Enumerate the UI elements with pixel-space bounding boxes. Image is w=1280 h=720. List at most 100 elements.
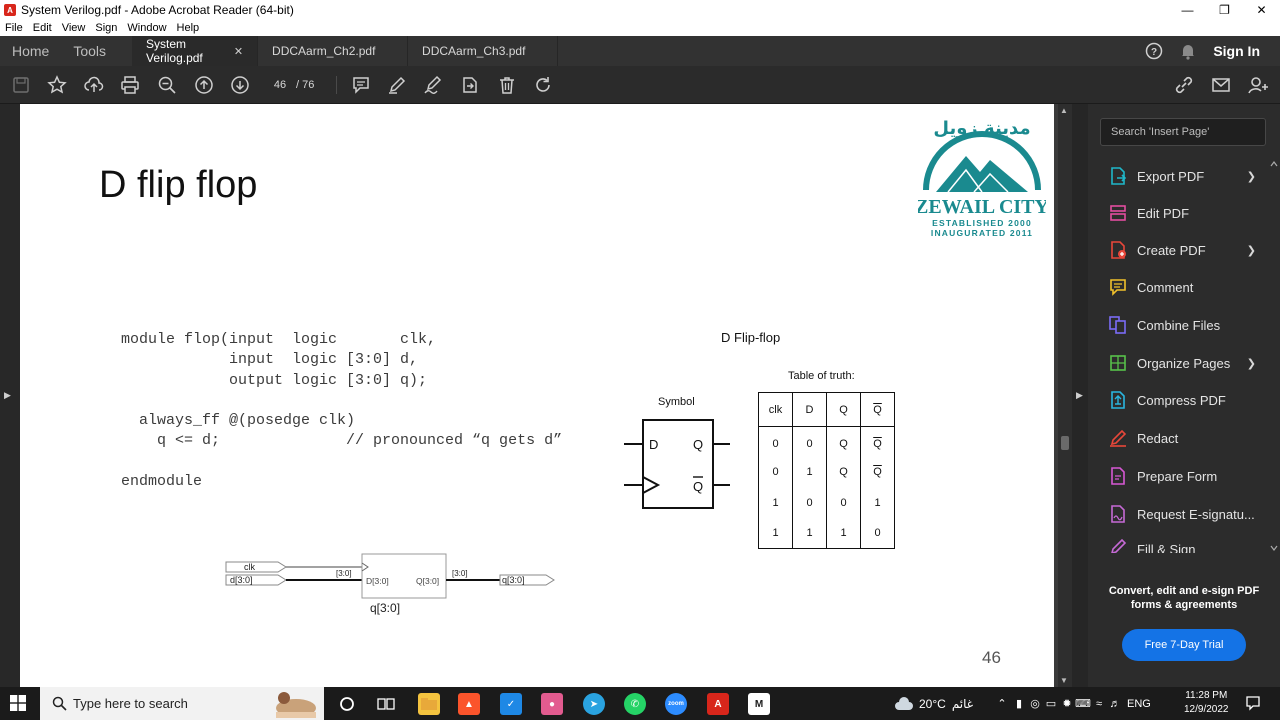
tab-tools[interactable]: Tools: [61, 43, 118, 59]
menu-edit[interactable]: Edit: [33, 22, 52, 34]
input-language[interactable]: ENG: [1127, 698, 1151, 710]
tool-export-pdf[interactable]: Export PDF ❯: [1108, 161, 1268, 191]
clk-port-shape: [225, 561, 287, 573]
whatsapp-icon[interactable]: ✆: [624, 693, 646, 715]
slide-page-number: 46: [982, 648, 1001, 667]
save-icon[interactable]: [10, 74, 32, 96]
tool-redact[interactable]: Redact: [1108, 423, 1268, 453]
document-scrollbar[interactable]: ▲ ▼: [1058, 104, 1072, 687]
next-page-icon[interactable]: [229, 74, 251, 96]
tab-document-ddcaarm-ch3[interactable]: DDCAarm_Ch3.pdf: [408, 36, 559, 66]
cortana-icon[interactable]: [336, 693, 358, 715]
expand-left-panel-icon[interactable]: ▶: [4, 390, 11, 401]
notification-center-icon[interactable]: [1245, 695, 1261, 714]
tool-organize-pages[interactable]: Organize Pages ❯: [1108, 348, 1268, 378]
show-hidden-icons-chevron-icon[interactable]: ⌃: [993, 697, 1011, 710]
tool-comment[interactable]: Comment: [1108, 272, 1268, 302]
taskbar-clock[interactable]: 11:28 PM 12/9/2022: [1184, 689, 1229, 717]
tool-prepare-form[interactable]: Prepare Form: [1108, 461, 1268, 491]
help-icon[interactable]: ?: [1137, 42, 1171, 60]
code-line: ​: [121, 452, 562, 472]
print-icon[interactable]: [119, 74, 141, 96]
brave-browser-icon[interactable]: ▲: [458, 693, 480, 715]
rotate-icon[interactable]: [532, 74, 554, 96]
previous-page-icon[interactable]: [193, 74, 215, 96]
tool-label: Edit PDF: [1137, 205, 1190, 221]
weather-widget[interactable]: 20°C غائم: [894, 687, 973, 720]
tool-combine-files[interactable]: Combine Files: [1108, 310, 1268, 340]
close-tab-icon[interactable]: ✕: [234, 45, 243, 58]
sign-in-button[interactable]: Sign In: [1213, 43, 1260, 59]
tools-panel-scrollbar[interactable]: [1270, 160, 1278, 552]
tab-label: DDCAarm_Ch3.pdf: [422, 44, 526, 58]
menu-window[interactable]: Window: [127, 22, 166, 34]
left-panel-toggle[interactable]: ▶: [0, 104, 20, 687]
chevron-down-icon[interactable]: ❯: [1247, 170, 1256, 183]
media-app-icon[interactable]: M: [748, 693, 770, 715]
tool-fill-and-sign[interactable]: Fill & Sign: [1108, 537, 1268, 553]
menu-file[interactable]: File: [5, 22, 23, 34]
zoom-out-icon[interactable]: [156, 74, 178, 96]
maximize-button[interactable]: ❐: [1206, 0, 1243, 20]
taskbar-search-input[interactable]: Type here to search: [40, 687, 324, 720]
email-icon[interactable]: [1210, 74, 1232, 96]
menu-sign[interactable]: Sign: [95, 22, 117, 34]
close-button[interactable]: ✕: [1243, 0, 1280, 20]
bookmark-star-icon[interactable]: [46, 74, 68, 96]
highlight-pen-icon[interactable]: [386, 74, 408, 96]
tool-create-pdf[interactable]: Create PDF ❯: [1108, 235, 1268, 265]
file-explorer-icon[interactable]: [418, 693, 440, 715]
create-pdf-icon: [1108, 240, 1128, 260]
current-page-input[interactable]: 46: [266, 75, 294, 95]
page-total: / 76: [296, 79, 315, 91]
truth-table-header-row: clk D Q Q: [758, 392, 895, 427]
keyboard-icon[interactable]: ⌨: [1075, 697, 1091, 710]
tools-search-input[interactable]: Search 'Insert Page': [1100, 118, 1266, 146]
scroll-up-icon[interactable]: ▲: [1060, 106, 1068, 115]
title-bar: A System Verilog.pdf - Adobe Acrobat Rea…: [0, 0, 1280, 20]
telegram-icon[interactable]: ➤: [583, 693, 605, 715]
tool-edit-pdf[interactable]: Edit PDF: [1108, 198, 1268, 228]
link-icon[interactable]: [1173, 74, 1195, 96]
delete-trash-icon[interactable]: [496, 74, 518, 96]
tab-label: System Verilog.pdf: [146, 37, 203, 65]
tool-request-esignature[interactable]: Request E-signatu...: [1108, 499, 1268, 529]
draw-signature-icon[interactable]: [422, 74, 444, 96]
todo-app-icon[interactable]: ✓: [500, 693, 522, 715]
usb-icon[interactable]: ▮: [1011, 697, 1027, 710]
comment-icon[interactable]: [350, 74, 372, 96]
free-trial-button[interactable]: Free 7-Day Trial: [1122, 629, 1246, 661]
minimize-button[interactable]: —: [1169, 0, 1206, 20]
flip-flop-box: [642, 419, 714, 509]
task-view-icon[interactable]: [375, 693, 397, 715]
windows-start-icon[interactable]: [10, 695, 26, 714]
collapse-right-panel-icon[interactable]: ▶: [1076, 390, 1083, 401]
battery-icon[interactable]: ▭: [1043, 697, 1059, 710]
header-qbar: Q: [860, 392, 895, 427]
table-cell: Q: [860, 457, 895, 488]
scrollbar-thumb[interactable]: [1061, 436, 1069, 450]
logo-name: ZEWAIL CITY: [918, 196, 1046, 218]
upload-cloud-icon[interactable]: [83, 74, 105, 96]
chevron-down-icon[interactable]: ❯: [1247, 357, 1256, 370]
notifications-bell-icon[interactable]: [1171, 42, 1205, 60]
scroll-down-icon[interactable]: ▼: [1060, 676, 1068, 685]
tab-home[interactable]: Home: [0, 43, 61, 59]
tool-compress-pdf[interactable]: Compress PDF: [1108, 385, 1268, 415]
share-send-icon[interactable]: [459, 74, 481, 96]
volume-icon[interactable]: ♬: [1107, 698, 1123, 710]
chevron-down-icon[interactable]: ❯: [1247, 244, 1256, 257]
share-user-icon[interactable]: [1247, 74, 1269, 96]
tab-document-ddcaarm-ch2[interactable]: DDCAarm_Ch2.pdf: [258, 36, 409, 66]
right-panel-toggle[interactable]: ▶: [1072, 104, 1088, 687]
network-globe-icon[interactable]: ◎: [1027, 697, 1043, 710]
menu-view[interactable]: View: [62, 22, 86, 34]
tab-document-system-verilog[interactable]: System Verilog.pdf ✕: [132, 36, 259, 66]
tool-label: Create PDF: [1137, 242, 1206, 258]
acrobat-taskbar-icon[interactable]: A: [707, 693, 729, 715]
paint-app-icon[interactable]: ●: [541, 693, 563, 715]
menu-help[interactable]: Help: [177, 22, 200, 34]
zoom-app-icon[interactable]: zoom: [665, 693, 687, 715]
wifi-icon[interactable]: ≈: [1091, 698, 1107, 710]
bluetooth-icon[interactable]: ✹: [1059, 697, 1075, 710]
